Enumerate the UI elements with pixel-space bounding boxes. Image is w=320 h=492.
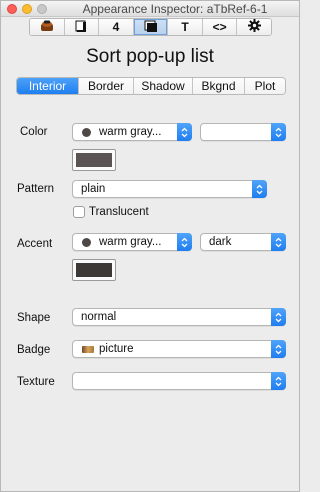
minimize-window-button[interactable] [22, 4, 32, 14]
pattern-popup[interactable]: plain [72, 180, 267, 198]
accent-secondary-popup[interactable]: dark [200, 233, 286, 251]
tab-bkgnd[interactable]: Bkgnd [193, 78, 245, 94]
tab-interior[interactable]: Interior [17, 78, 79, 94]
inspector-toolbar: 4 T <> [29, 18, 272, 36]
close-window-button[interactable] [7, 4, 17, 14]
tab-plot[interactable]: Plot [245, 78, 285, 94]
accent-well-fill [76, 263, 112, 277]
chevron-updown-icon [271, 123, 286, 141]
zoom-window-button[interactable] [37, 4, 47, 14]
toolbar-appearance-button[interactable] [133, 19, 169, 35]
color-label: Color [20, 126, 48, 138]
tab-shadow[interactable]: Shadow [134, 78, 193, 94]
color-popup-value: warm gray... [99, 126, 162, 138]
gear-icon [247, 19, 261, 35]
shape-popup-value: normal [81, 311, 117, 323]
inspector-heading: Sort pop-up list [86, 46, 214, 67]
badge-popup-value: picture [99, 343, 134, 355]
appearance-icon [144, 20, 158, 35]
pattern-label: Pattern [17, 183, 55, 195]
shape-label: Shape [17, 312, 51, 324]
chevron-updown-icon [271, 372, 286, 390]
chevron-updown-icon [271, 308, 286, 326]
translucent-checkbox[interactable] [73, 206, 85, 218]
general-icon [40, 20, 54, 35]
color-swatch-dot [82, 128, 91, 137]
texture-label: Texture [17, 376, 55, 388]
appearance-tabs: Interior Border Shadow Bkgnd Plot [16, 77, 286, 95]
window-title: Appearance Inspector: aTbRef-6-1 [82, 2, 268, 16]
color-well[interactable] [72, 149, 116, 171]
translucent-label: Translucent [89, 206, 149, 218]
toolbar-text-color-button[interactable] [64, 19, 100, 35]
text-icon: T [181, 20, 189, 34]
toolbar-text-button[interactable]: T [168, 19, 203, 35]
color-popup[interactable]: warm gray... [72, 123, 192, 141]
accent-popup-value: warm gray... [99, 236, 162, 248]
chevron-updown-icon [271, 233, 286, 251]
html-icon: <> [212, 20, 227, 34]
tab-border[interactable]: Border [79, 78, 134, 94]
accent-secondary-value: dark [209, 236, 232, 248]
document-icon [75, 20, 87, 35]
chevron-updown-icon [177, 123, 192, 141]
badge-popup[interactable]: picture [72, 340, 286, 358]
toolbar-digit-button[interactable]: 4 [99, 19, 134, 35]
toolbar-settings-button[interactable] [237, 19, 271, 35]
badge-label: Badge [17, 344, 51, 356]
shape-popup[interactable]: normal [72, 308, 286, 326]
pattern-popup-value: plain [81, 183, 106, 195]
accent-popup[interactable]: warm gray... [72, 233, 192, 251]
accent-swatch-dot [82, 238, 91, 247]
digit-icon: 4 [112, 20, 120, 34]
chevron-updown-icon [252, 180, 267, 198]
toolbar-general-button[interactable] [30, 19, 65, 35]
accent-well[interactable] [72, 259, 116, 281]
chevron-updown-icon [271, 340, 286, 358]
chevron-updown-icon [177, 233, 192, 251]
color-secondary-popup[interactable] [200, 123, 286, 141]
title-bar[interactable]: Appearance Inspector: aTbRef-6-1 [1, 1, 299, 17]
toolbar-html-button[interactable]: <> [202, 19, 238, 35]
appearance-inspector-window: Appearance Inspector: aTbRef-6-1 4 T <> … [0, 0, 300, 492]
color-well-fill [76, 153, 112, 167]
picture-icon [82, 346, 94, 353]
accent-label: Accent [17, 238, 53, 250]
texture-popup[interactable] [72, 372, 286, 390]
